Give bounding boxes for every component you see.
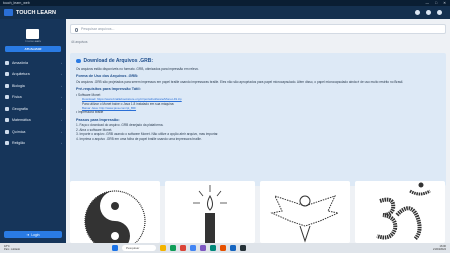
download-info-panel: Download de Arquivos .GRB: Os arquivos e… bbox=[70, 53, 446, 186]
taskbar-apps: Pesquisar bbox=[112, 244, 246, 251]
sidebar-item-label: Matemática bbox=[12, 118, 31, 123]
usage-title: Forma de Uso dos Arquivos .GRB: bbox=[76, 74, 139, 79]
prereq-title: Pré-requisitos para Impressão Tátil: bbox=[76, 87, 141, 92]
minimize-icon[interactable]: — bbox=[425, 1, 429, 5]
globe-icon bbox=[5, 106, 9, 111]
sidebar-item-label: Química bbox=[12, 129, 26, 134]
app-icon[interactable] bbox=[170, 244, 176, 251]
sidebar-item-fisica[interactable]: Física › bbox=[0, 92, 66, 104]
sidebar-item-biologia[interactable]: Biologia › bbox=[0, 80, 66, 92]
logo-icon bbox=[4, 9, 13, 16]
login-icon: ➜ bbox=[26, 232, 30, 237]
chevron-right-icon: › bbox=[61, 83, 62, 88]
taskbar: 18°C Parc. nublado Pesquisar 16:00 21/03… bbox=[0, 243, 450, 253]
chevron-right-icon: › bbox=[61, 129, 62, 134]
main-content: Pesquisar arquivos... 44 arquivos Downlo… bbox=[66, 19, 450, 243]
chevron-right-icon: › bbox=[61, 118, 62, 123]
calculator-icon bbox=[5, 118, 9, 123]
search-input[interactable]: Pesquisar arquivos... bbox=[70, 24, 446, 34]
app-icon[interactable] bbox=[220, 244, 226, 251]
sidebar: TOUCH LEARN ATUALIZAR Amazônia › Arquitet… bbox=[0, 19, 66, 243]
book-caption: TOUCH LEARN bbox=[25, 41, 41, 43]
yin-yang-image bbox=[84, 190, 146, 243]
app-name: TOUCH LEARN bbox=[16, 9, 56, 16]
browser-icon[interactable] bbox=[190, 244, 196, 251]
user-icon[interactable] bbox=[415, 10, 420, 15]
taskbar-search[interactable]: Pesquisar bbox=[122, 244, 156, 251]
sidebar-item-matematica[interactable]: Matemática › bbox=[0, 115, 66, 127]
flask-icon bbox=[5, 129, 9, 134]
system-clock[interactable]: 16:00 21/03/2024 bbox=[433, 245, 446, 252]
vscode-icon[interactable] bbox=[230, 244, 236, 251]
om-symbol-image bbox=[376, 182, 431, 241]
maximize-icon[interactable]: □ bbox=[435, 1, 437, 5]
sidebar-item-quimica[interactable]: Química › bbox=[0, 126, 66, 138]
sidebar-item-arquitetura[interactable]: Arquitetura › bbox=[0, 69, 66, 81]
sidebar-item-label: Arquitetura bbox=[12, 72, 30, 77]
sidebar-item-label: Amazônia bbox=[12, 60, 28, 65]
sidebar-item-amazonia[interactable]: Amazônia › bbox=[0, 57, 66, 69]
search-placeholder: Pesquisar arquivos... bbox=[81, 27, 115, 31]
sidebar-item-religiao[interactable]: Religião › bbox=[0, 138, 66, 150]
help-icon[interactable] bbox=[437, 10, 442, 15]
steps-title: Passos para Impressão: bbox=[76, 117, 120, 122]
app-icon[interactable] bbox=[180, 244, 186, 251]
prereq-printer: • Impressora braille bbox=[76, 110, 104, 115]
monet-download-link[interactable]: Download: https://www.braillebookstore.o… bbox=[82, 97, 182, 101]
leaf-icon bbox=[5, 60, 9, 65]
window-title: touch_learn_web bbox=[3, 1, 30, 5]
file-card[interactable] bbox=[355, 181, 445, 243]
file-explorer-icon[interactable] bbox=[160, 244, 166, 251]
dna-icon bbox=[5, 83, 9, 88]
chevron-right-icon: › bbox=[61, 95, 62, 100]
windows-start-icon[interactable] bbox=[112, 244, 118, 251]
chevron-right-icon: › bbox=[61, 72, 62, 77]
atom-icon bbox=[5, 95, 9, 100]
update-button[interactable]: ATUALIZAR bbox=[5, 46, 61, 52]
file-card[interactable] bbox=[70, 181, 160, 243]
file-card[interactable] bbox=[165, 181, 255, 243]
sidebar-item-label: Biologia bbox=[12, 83, 25, 88]
chevron-right-icon: › bbox=[61, 141, 62, 146]
book-icon bbox=[26, 29, 39, 39]
building-icon bbox=[5, 72, 9, 77]
app-header: TOUCH LEARN bbox=[0, 6, 450, 19]
file-card[interactable] bbox=[260, 181, 350, 243]
login-label: Login bbox=[31, 232, 40, 237]
info-icon bbox=[76, 58, 81, 64]
search-icon bbox=[74, 28, 78, 32]
sidebar-menu: Amazônia › Arquitetura › Biologia › Física ›… bbox=[0, 57, 66, 149]
weather-desc: Parc. nublado bbox=[4, 247, 21, 251]
app-icon[interactable] bbox=[210, 244, 216, 251]
java-download-link[interactable]: Baixar Java: http://www.java.com/pt_BR/ bbox=[82, 106, 136, 110]
panel-intro: Os arquivos estão disponíveis no formato… bbox=[76, 67, 199, 71]
login-button[interactable]: ➜ Login bbox=[4, 231, 62, 238]
sidebar-item-label: Religião bbox=[12, 141, 25, 146]
sidebar-item-label: Física bbox=[12, 95, 22, 100]
terminal-icon[interactable] bbox=[240, 244, 246, 251]
usage-text: Os arquivos .GRB são projetados para ser… bbox=[76, 79, 404, 84]
app-logo[interactable]: TOUCH LEARN bbox=[0, 9, 56, 16]
settings-icon[interactable] bbox=[426, 10, 431, 15]
clock-date: 21/03/2024 bbox=[433, 247, 446, 251]
church-icon bbox=[5, 141, 9, 146]
chevron-right-icon: › bbox=[61, 106, 62, 111]
close-icon[interactable]: ✕ bbox=[443, 1, 446, 5]
file-count: 44 arquivos bbox=[71, 40, 88, 44]
chevron-right-icon: › bbox=[61, 60, 62, 65]
weather-widget[interactable]: 18°C Parc. nublado bbox=[4, 245, 20, 252]
candle-image bbox=[193, 185, 227, 243]
app-icon[interactable] bbox=[200, 244, 206, 251]
panel-title: Download de Arquivos .GRB: bbox=[76, 58, 440, 64]
dove-image bbox=[270, 195, 340, 243]
sidebar-item-geografia[interactable]: Geografia › bbox=[0, 103, 66, 115]
sidebar-item-label: Geografia bbox=[12, 106, 28, 111]
step-4: 4. Imprima o arquivo .GRB em uma folha d… bbox=[76, 136, 202, 141]
file-grid bbox=[70, 181, 446, 243]
